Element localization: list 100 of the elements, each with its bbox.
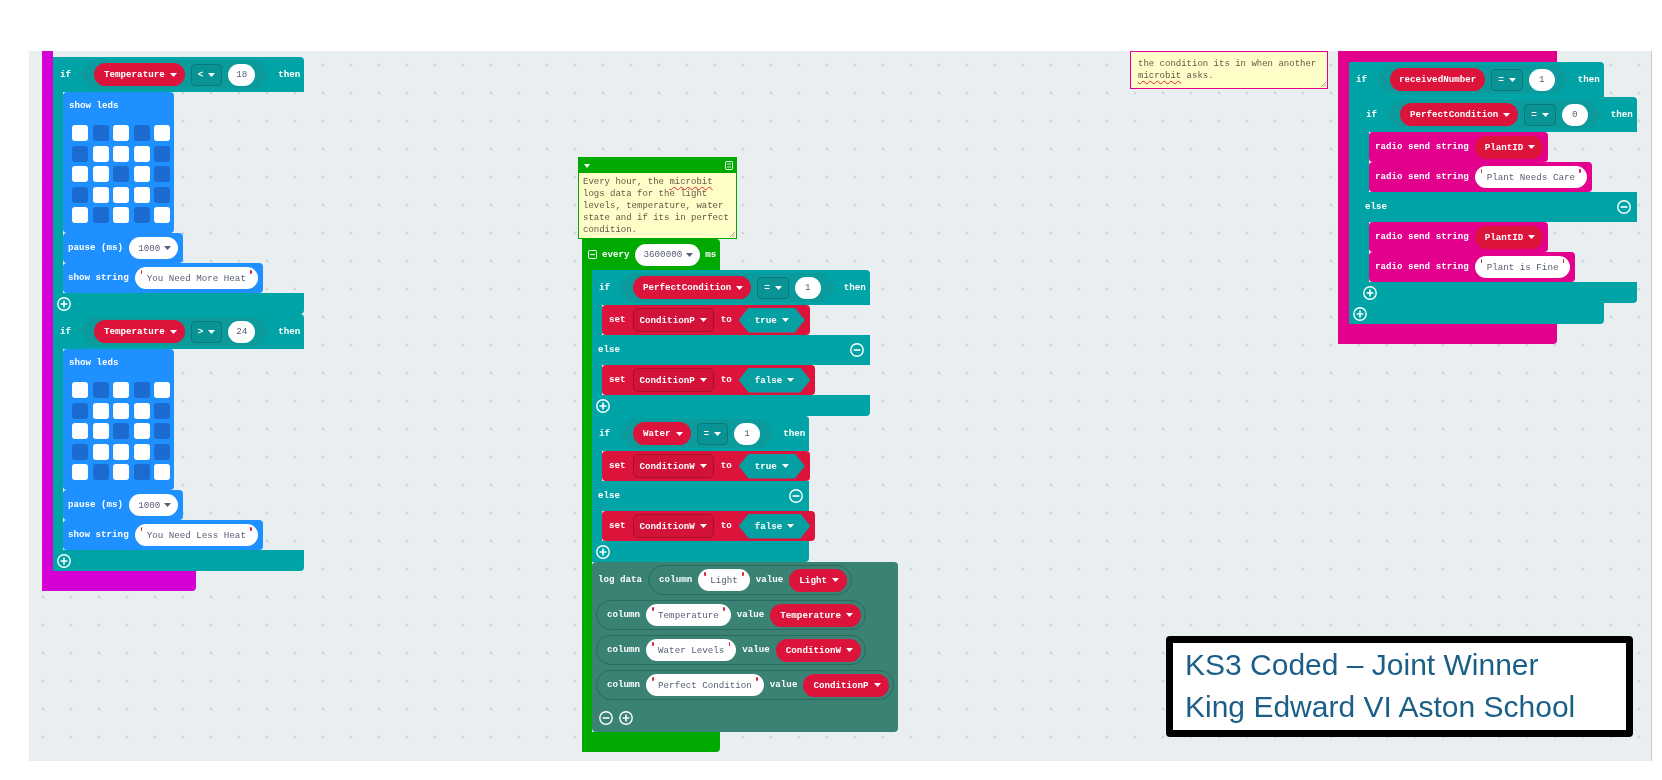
led-toggle[interactable]: [154, 464, 170, 480]
string-field[interactable]: Plant Needs Care: [1474, 166, 1587, 188]
number-dropdown[interactable]: 1000: [129, 494, 179, 516]
set-block[interactable]: set ConditionW to true: [602, 451, 810, 481]
led-toggle[interactable]: [154, 443, 170, 460]
string-field[interactable]: Temperature: [646, 604, 731, 626]
resize-grip-icon[interactable]: [1321, 82, 1326, 87]
string-field[interactable]: You Need More Heat: [134, 267, 258, 289]
set-block[interactable]: set ConditionP to false: [602, 365, 816, 395]
led-toggle[interactable]: [72, 166, 88, 182]
number-dropdown[interactable]: 3600000: [634, 243, 701, 266]
led-toggle[interactable]: [92, 423, 109, 439]
compare-block[interactable]: Temperature > 24: [80, 317, 270, 346]
variable-dropdown[interactable]: Water: [633, 422, 691, 445]
led-toggle[interactable]: [154, 402, 170, 419]
variable-reporter[interactable]: receivedNumber: [1390, 68, 1486, 91]
led-toggle[interactable]: [154, 166, 170, 182]
column-entry[interactable]: column Light value Light: [648, 565, 852, 595]
led-toggle[interactable]: [72, 145, 88, 162]
led-toggle[interactable]: [113, 145, 129, 162]
variable-dropdown[interactable]: ConditionP: [632, 308, 714, 332]
led-toggle[interactable]: [72, 402, 88, 419]
pause-block[interactable]: pause (ms) 1000: [63, 490, 184, 520]
variable-dropdown[interactable]: PerfectCondition: [633, 276, 752, 299]
operator-dropdown[interactable]: =: [1524, 103, 1556, 126]
plus-circle-icon[interactable]: [619, 710, 633, 725]
minus-circle-icon[interactable]: [849, 343, 864, 357]
compare-block[interactable]: PerfectCondition = 1: [619, 273, 835, 302]
if-block[interactable]: if PerfectCondition = 1 then set ConditionP to true else set ConditionP to false: [592, 270, 870, 416]
set-block[interactable]: set ConditionW to false: [602, 511, 816, 541]
plus-circle-icon[interactable]: [596, 544, 610, 559]
led-toggle[interactable]: [72, 423, 88, 439]
plus-circle-icon[interactable]: [57, 296, 71, 311]
led-toggle[interactable]: [72, 443, 88, 460]
string-field[interactable]: Plant is Fine: [1474, 256, 1571, 278]
square-icon[interactable]: [725, 161, 733, 170]
column-entry[interactable]: column Perfect Condition value ConditionP: [596, 670, 894, 700]
led-toggle[interactable]: [133, 145, 150, 162]
variable-dropdown[interactable]: Light: [789, 568, 847, 592]
variable-dropdown[interactable]: ConditionP: [803, 673, 889, 697]
led-toggle[interactable]: [154, 125, 170, 141]
if-block[interactable]: if Temperature > 24 then show leds pause (ms) 1000 show string You Need Less Heat: [53, 314, 305, 571]
if-block[interactable]: if Water = 1 then set ConditionW to true else set ConditionW to false: [592, 416, 816, 562]
operator-dropdown[interactable]: <: [190, 63, 223, 86]
led-toggle[interactable]: [133, 207, 150, 223]
number-field[interactable]: 24: [228, 320, 256, 343]
led-toggle[interactable]: [92, 145, 109, 162]
minus-circle-icon[interactable]: [599, 710, 613, 725]
led-toggle[interactable]: [92, 464, 109, 480]
log-data-block[interactable]: log data column Light value Light column Temperature value Temperature column Water Levels value ConditionW column Perfect Condition value ConditionP: [592, 562, 898, 732]
minus-circle-icon[interactable]: [1616, 200, 1631, 214]
led-toggle[interactable]: [72, 207, 88, 223]
led-toggle[interactable]: [133, 423, 150, 439]
event-block[interactable]: if Temperature < 18 then show leds pause (ms) 1000 show string You Need More Heat if Temperature > 24 then show leds pause (ms) 1000 show string You Need Less Heat: [42, 51, 305, 591]
column-entry[interactable]: column Water Levels value ConditionW: [596, 635, 866, 665]
operator-dropdown[interactable]: =: [757, 276, 789, 299]
string-field[interactable]: Water Levels: [646, 639, 737, 661]
compare-block[interactable]: Water = 1: [619, 419, 775, 448]
led-toggle[interactable]: [113, 382, 129, 398]
led-toggle[interactable]: [92, 382, 109, 398]
led-toggle[interactable]: [72, 464, 88, 480]
string-field[interactable]: Perfect Condition: [646, 674, 764, 696]
led-toggle[interactable]: [92, 166, 109, 182]
led-toggle[interactable]: [113, 186, 129, 203]
led-toggle[interactable]: [154, 186, 170, 203]
led-toggle[interactable]: [133, 166, 150, 182]
variable-dropdown[interactable]: Temperature: [94, 320, 185, 343]
variable-dropdown[interactable]: PlantID: [1474, 135, 1544, 159]
led-toggle[interactable]: [154, 423, 170, 439]
pause-block[interactable]: pause (ms) 1000: [63, 233, 184, 263]
led-toggle[interactable]: [113, 125, 129, 141]
compare-block[interactable]: receivedNumber = 1: [1376, 65, 1569, 94]
led-toggle[interactable]: [72, 382, 88, 398]
comment-note[interactable]: the condition its in when another microbit asks.: [1130, 51, 1328, 89]
led-toggle[interactable]: [154, 207, 170, 223]
led-toggle[interactable]: [133, 382, 150, 398]
show-string-block[interactable]: show string You Need Less Heat: [63, 520, 263, 550]
minus-circle-icon[interactable]: [789, 489, 804, 503]
radio-send-block[interactable]: radio send string PlantID: [1369, 132, 1549, 162]
led-toggle[interactable]: [113, 402, 129, 419]
resize-grip-icon[interactable]: [730, 232, 735, 237]
number-field[interactable]: 1: [794, 276, 821, 299]
string-field[interactable]: You Need Less Heat: [134, 524, 258, 546]
radio-send-block[interactable]: radio send string PlantID: [1369, 222, 1549, 252]
radio-send-block[interactable]: radio send string Plant Needs Care: [1369, 162, 1592, 192]
number-field[interactable]: 1: [734, 422, 761, 445]
show-string-block[interactable]: show string You Need More Heat: [63, 263, 263, 293]
variable-dropdown[interactable]: Temperature: [94, 63, 185, 86]
number-field[interactable]: 1: [1528, 68, 1555, 91]
plus-circle-icon[interactable]: [1363, 285, 1377, 300]
led-toggle[interactable]: [154, 145, 170, 162]
led-toggle[interactable]: [113, 443, 129, 460]
caret-icon[interactable]: [584, 163, 590, 168]
operator-dropdown[interactable]: =: [1491, 68, 1523, 91]
number-field[interactable]: 18: [228, 63, 256, 86]
plus-circle-icon[interactable]: [1353, 306, 1367, 321]
led-toggle[interactable]: [133, 443, 150, 460]
variable-dropdown[interactable]: PerfectCondition: [1400, 103, 1519, 126]
led-toggle[interactable]: [92, 186, 109, 203]
radio-send-block[interactable]: radio send string Plant is Fine: [1369, 252, 1576, 282]
